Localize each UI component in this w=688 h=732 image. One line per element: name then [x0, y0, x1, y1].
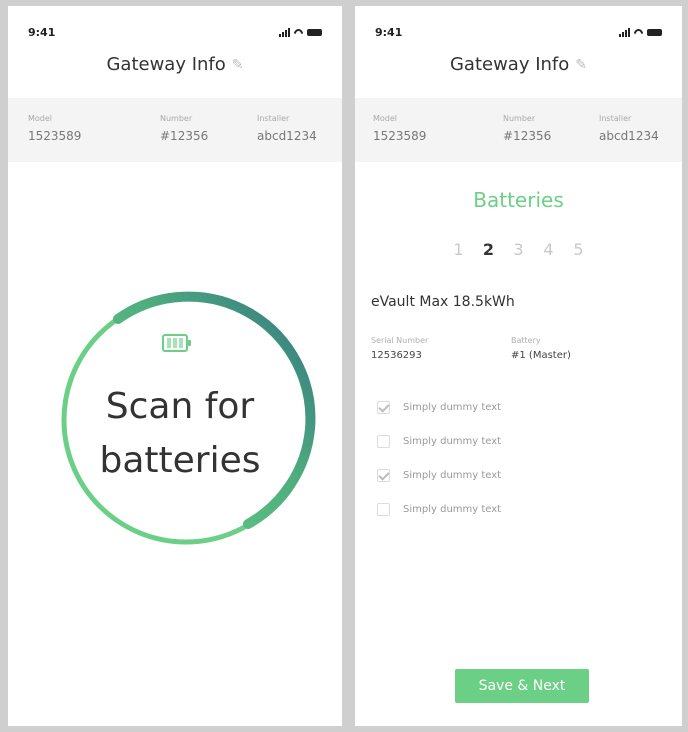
spec-battery-label: Battery — [511, 336, 541, 345]
checklist-item-label: Simply dummy text — [403, 435, 502, 447]
page-title-text: Gateway Info — [449, 54, 570, 75]
gateway-scan-screen: 9:41 Gateway Info ✎ Model 1523589 Number … — [8, 6, 342, 726]
info-installer-value: abcd1234 — [599, 129, 659, 143]
info-model: Model 1523589 — [28, 114, 81, 143]
info-number: Number #12356 — [503, 114, 551, 143]
checklist-item-label: Simply dummy text — [403, 503, 502, 515]
battery-status-icon — [647, 29, 662, 36]
scan-label-line-2: batteries — [99, 440, 261, 481]
pager-item-5[interactable]: 5 — [564, 240, 594, 259]
checkbox-checked[interactable] — [377, 468, 390, 482]
spec-serial-number: Serial Number 12536293 — [371, 336, 428, 361]
status-bar: 9:41 — [8, 26, 342, 44]
scan-label-line-1: Scan for — [105, 386, 255, 427]
cellular-signal-icon — [279, 28, 290, 37]
battery-icon — [162, 334, 191, 352]
scan-label[interactable]: Scan for batteries — [80, 380, 280, 488]
info-number-value: #12356 — [160, 129, 209, 143]
status-time: 9:41 — [375, 26, 403, 39]
gateway-info-band: Model 1523589 Number #12356 Installer ab… — [355, 98, 682, 162]
page-title-text: Gateway Info — [106, 54, 226, 75]
checkbox[interactable] — [377, 502, 390, 516]
info-number: Number #12356 — [160, 114, 208, 143]
pencil-edit-icon[interactable]: ✎ — [232, 57, 244, 73]
batteries-detail-screen: 9:41 Gateway Info ✎ Model 1523589 Number … — [355, 6, 682, 726]
info-installer: Installer abcd1234 — [257, 114, 317, 143]
spec-serial-value: 12536293 — [371, 350, 422, 361]
checklist-item[interactable]: Simply dummy text — [377, 501, 501, 517]
page-title: Gateway Info ✎ — [8, 54, 342, 75]
device-name: eVault Max 18.5kWh — [371, 294, 515, 310]
info-installer-value: abcd1234 — [257, 129, 317, 143]
checklist-item[interactable]: Simply dummy text — [377, 467, 501, 483]
status-bar: 9:41 — [355, 26, 682, 44]
section-title: Batteries — [473, 188, 564, 212]
info-number-label: Number — [160, 114, 193, 123]
checklist-item[interactable]: Simply dummy text — [377, 433, 501, 449]
info-installer-label: Installer — [599, 114, 632, 123]
save-and-next-button[interactable]: Save & Next — [455, 669, 589, 703]
checklist-item-label: Simply dummy text — [403, 401, 502, 413]
pager-item-3[interactable]: 3 — [504, 240, 534, 259]
info-installer: Installer abcd1234 — [599, 114, 659, 143]
info-installer-label: Installer — [257, 114, 290, 123]
pager-item-1[interactable]: 1 — [444, 240, 474, 259]
wifi-icon — [634, 29, 643, 37]
info-number-label: Number — [503, 114, 536, 123]
checkbox[interactable] — [377, 434, 390, 448]
page-title: Gateway Info ✎ — [355, 54, 682, 75]
pager-item-4[interactable]: 4 — [534, 240, 564, 259]
battery-pager: 12345 — [355, 240, 682, 259]
spec-battery: Battery #1 (Master) — [511, 336, 571, 361]
gateway-info-band: Model 1523589 Number #12356 Installer ab… — [8, 98, 342, 162]
cellular-signal-icon — [619, 28, 630, 37]
spec-serial-label: Serial Number — [371, 336, 429, 345]
info-model-label: Model — [28, 114, 53, 123]
info-model-label: Model — [373, 114, 398, 123]
checklist-item[interactable]: Simply dummy text — [377, 399, 501, 415]
spec-battery-value: #1 (Master) — [511, 350, 571, 361]
battery-status-icon — [307, 29, 322, 36]
wifi-icon — [294, 29, 303, 37]
pencil-edit-icon[interactable]: ✎ — [575, 57, 587, 73]
checkbox-checked[interactable] — [377, 400, 390, 414]
checklist-item-label: Simply dummy text — [403, 469, 502, 481]
pager-item-2[interactable]: 2 — [474, 240, 504, 259]
info-model-value: 1523589 — [373, 129, 427, 143]
info-number-value: #12356 — [503, 129, 552, 143]
status-time: 9:41 — [28, 26, 56, 39]
info-model: Model 1523589 — [373, 114, 426, 143]
info-model-value: 1523589 — [28, 129, 82, 143]
